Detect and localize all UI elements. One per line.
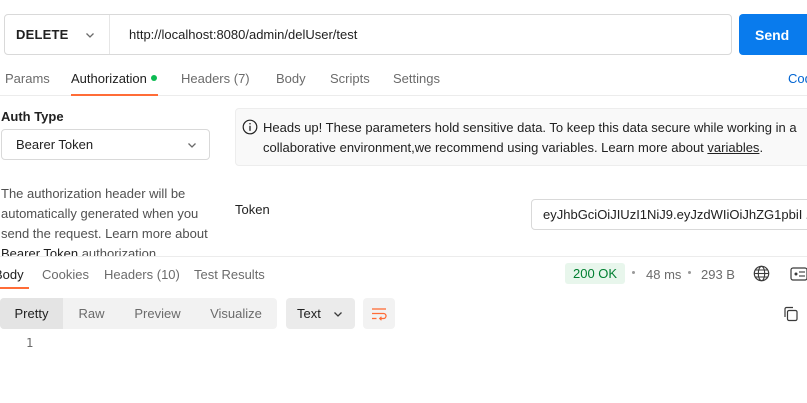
view-pretty-button[interactable]: Pretty xyxy=(0,298,63,329)
method-select[interactable]: DELETE xyxy=(5,15,110,54)
tab-response-headers[interactable]: Headers (10) xyxy=(104,267,180,282)
url-input[interactable]: http://localhost:8080/admin/delUser/test xyxy=(110,27,731,42)
format-select[interactable]: Text xyxy=(286,298,355,329)
auth-type-select[interactable]: Bearer Token xyxy=(1,129,210,160)
chevron-down-icon xyxy=(334,312,342,317)
response-size[interactable]: 293 B xyxy=(701,267,735,282)
tab-headers[interactable]: Headers (7) xyxy=(181,71,250,86)
tab-scripts[interactable]: Scripts xyxy=(330,71,370,86)
save-response-icon[interactable] xyxy=(790,266,807,282)
view-preview-button[interactable]: Preview xyxy=(120,298,195,329)
line-number: 1 xyxy=(26,336,34,350)
format-value: Text xyxy=(297,306,321,321)
info-icon xyxy=(242,119,258,135)
send-button[interactable]: Send xyxy=(739,14,807,55)
request-tabs: Params Authorization Headers (7) Body Sc… xyxy=(0,62,807,96)
tab-cookies[interactable]: Cookies xyxy=(42,267,89,282)
view-visualize-button[interactable]: Visualize xyxy=(195,298,277,329)
token-input[interactable]: eyJhbGciOiJIUzI1NiJ9.eyJzdWIiOiJhZG1pbiI… xyxy=(531,199,807,230)
active-tab-underline xyxy=(71,94,158,96)
separator-dot xyxy=(688,271,691,274)
tab-settings[interactable]: Settings xyxy=(393,71,440,86)
auth-description: The authorization header will be automat… xyxy=(1,184,216,256)
globe-icon[interactable] xyxy=(753,265,770,282)
active-tab-underline xyxy=(0,287,29,289)
auth-type-label: Auth Type xyxy=(1,109,64,124)
token-value: eyJhbGciOiJIUzI1NiJ9.eyJzdWIiOiJhZG1pbiI xyxy=(543,207,803,222)
response-time[interactable]: 48 ms xyxy=(646,267,681,282)
variables-link[interactable]: variables xyxy=(707,140,759,155)
method-label: DELETE xyxy=(16,27,69,42)
auth-description-text: The authorization header will be automat… xyxy=(1,186,208,241)
heads-up-banner: Heads up! These parameters hold sensitiv… xyxy=(235,108,807,166)
copy-icon[interactable] xyxy=(783,306,799,322)
auth-type-value: Bearer Token xyxy=(16,137,94,152)
tab-authorization-label: Authorization xyxy=(71,71,147,86)
view-mode-group: Pretty Raw Preview Visualize xyxy=(0,298,277,329)
filter-icon xyxy=(372,307,387,321)
status-badge[interactable]: 200 OK xyxy=(565,263,626,284)
response-tabs: Body Cookies Headers (10) Test Results 2… xyxy=(0,258,807,290)
tab-authorization[interactable]: Authorization xyxy=(71,71,157,86)
tab-test-results[interactable]: Test Results xyxy=(194,267,265,282)
active-dot-icon xyxy=(150,75,157,81)
code-link[interactable]: Cod xyxy=(788,71,807,86)
tab-params[interactable]: Params xyxy=(5,71,50,86)
separator-dot xyxy=(632,271,635,274)
filter-button[interactable] xyxy=(363,298,395,329)
chevron-down-icon xyxy=(86,32,94,38)
auth-description-link[interactable]: Bearer Token xyxy=(1,246,78,256)
response-divider xyxy=(0,256,807,257)
tab-body[interactable]: Body xyxy=(276,71,306,86)
auth-description-end: authorization. xyxy=(78,246,160,256)
heads-up-end: . xyxy=(759,140,764,155)
view-raw-button[interactable]: Raw xyxy=(63,298,120,329)
tab-response-body[interactable]: Body xyxy=(0,267,24,282)
heads-up-message: Heads up! These parameters hold sensitiv… xyxy=(263,118,803,158)
request-bar: DELETE http://localhost:8080/admin/delUs… xyxy=(4,14,732,55)
chevron-down-icon xyxy=(188,143,196,148)
token-label: Token xyxy=(235,202,270,217)
